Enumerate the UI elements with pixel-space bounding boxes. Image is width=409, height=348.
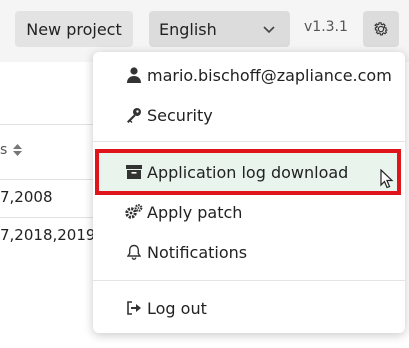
menu-item-label: Notifications	[147, 242, 248, 262]
menu-item-apply-patch[interactable]: Apply patch	[93, 195, 405, 229]
menu-item-account[interactable]: mario.bischoff@zapliance.com	[93, 58, 405, 92]
table-column-header[interactable]: s	[0, 142, 23, 158]
user-icon	[125, 66, 143, 84]
gear-icon	[374, 22, 388, 36]
menu-item-label: mario.bischoff@zapliance.com	[147, 65, 392, 85]
sort-icon	[13, 144, 23, 156]
menu-item-label: Security	[147, 105, 213, 125]
menu-divider	[93, 280, 405, 281]
new-project-button[interactable]: New project	[15, 11, 133, 47]
table-cell: 7,2008	[0, 188, 53, 206]
language-select[interactable]: English	[149, 11, 290, 47]
language-select-value: English	[159, 19, 217, 39]
chevron-down-icon	[263, 26, 275, 34]
table-divider	[0, 179, 100, 180]
menu-item-security[interactable]: Security	[93, 98, 405, 132]
menu-item-label: Application log download	[147, 162, 349, 182]
key-icon	[125, 106, 143, 124]
menu-item-label: Log out	[147, 298, 207, 318]
bell-icon	[125, 243, 143, 261]
menu-item-log-out[interactable]: Log out	[93, 291, 405, 325]
version-label: v1.3.1	[304, 19, 348, 35]
table-divider	[0, 217, 100, 218]
mouse-cursor-icon	[380, 169, 394, 189]
user-dropdown-menu: mario.bischoff@zapliance.com Security Ap…	[93, 52, 405, 333]
table-cell: 7,2018,2019,	[0, 226, 101, 244]
settings-button[interactable]	[363, 11, 399, 47]
archive-icon	[125, 163, 143, 181]
menu-item-label: Apply patch	[147, 202, 243, 222]
logout-icon	[125, 299, 143, 317]
column-header-label: s	[0, 142, 8, 158]
menu-item-notifications[interactable]: Notifications	[93, 235, 405, 269]
gears-icon	[125, 203, 143, 221]
menu-divider	[93, 141, 405, 142]
menu-item-application-log-download[interactable]: Application log download	[95, 149, 401, 195]
table-divider	[0, 124, 100, 125]
